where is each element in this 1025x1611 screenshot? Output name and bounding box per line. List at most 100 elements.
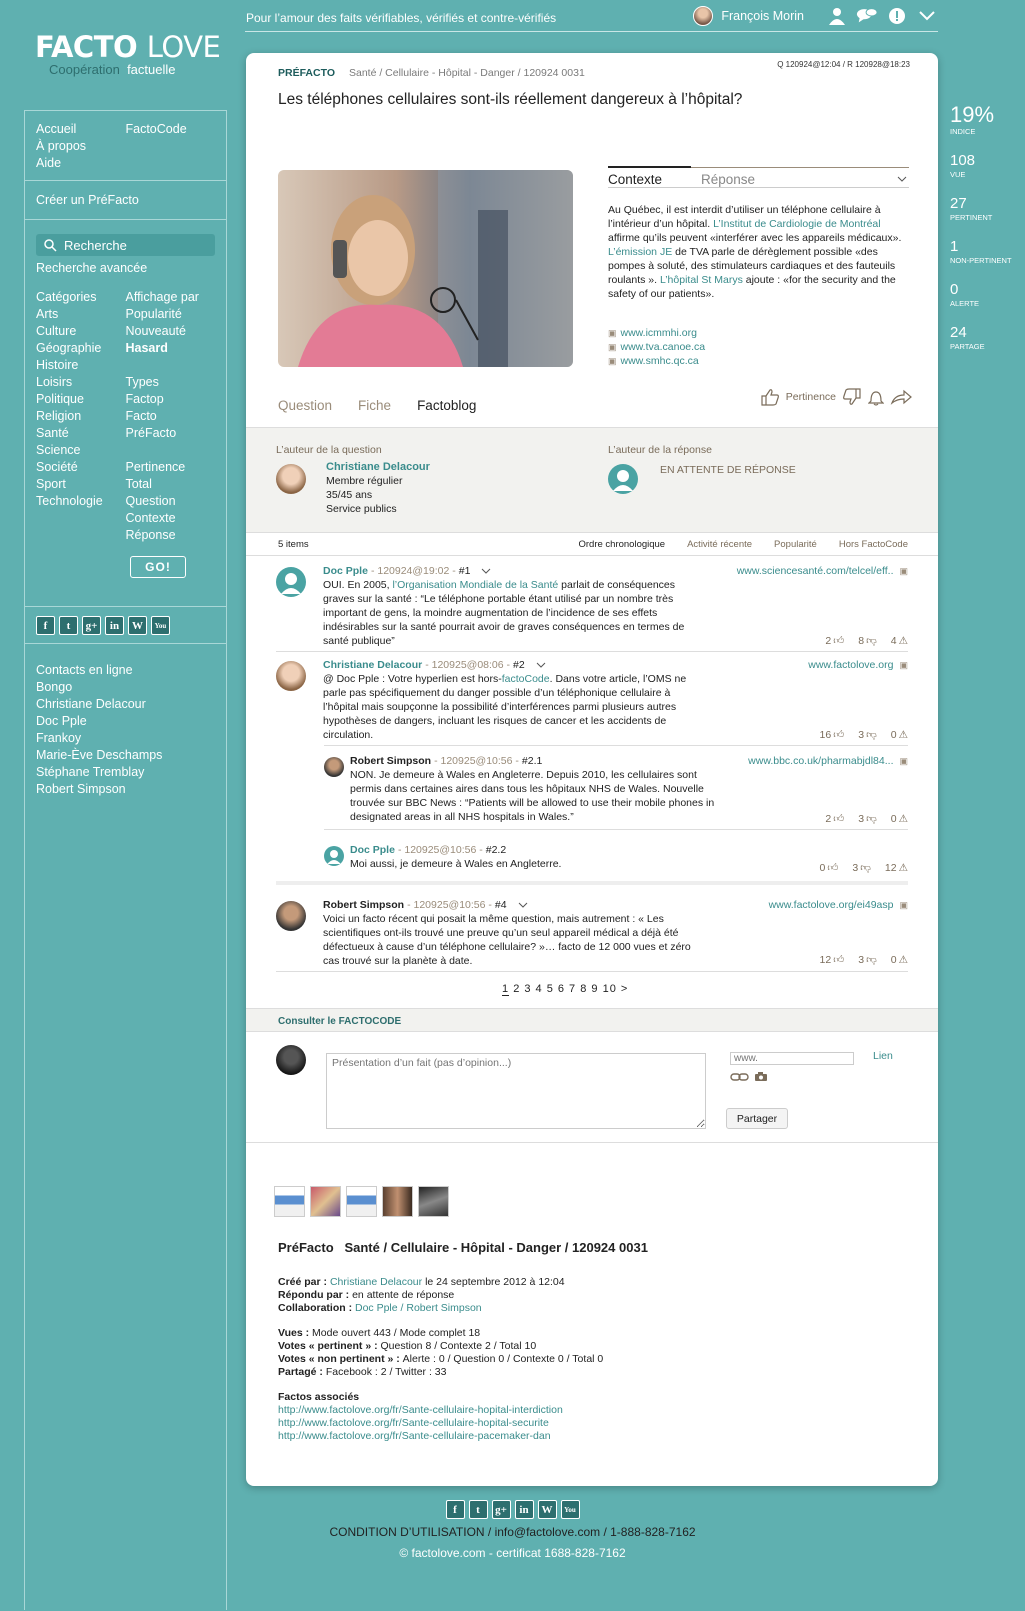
nav-a-propos[interactable]: À propos [36, 138, 126, 155]
sort-chronological[interactable]: Ordre chronologique [578, 539, 665, 550]
comment-author[interactable]: Doc Pple [323, 564, 368, 578]
consult-factocode-link[interactable]: Consulter le FACTOCODE [246, 1008, 938, 1032]
page-current[interactable]: 1 [502, 983, 510, 996]
twitter-icon[interactable]: t [59, 616, 78, 635]
share-button[interactable]: Partager [726, 1108, 788, 1129]
sort-popularity[interactable]: Popularité [774, 539, 817, 550]
category-item[interactable]: Santé [36, 425, 126, 442]
vote-up[interactable]: 2 👍︎ [825, 812, 844, 826]
collaboration-link[interactable]: Doc Pple / Robert Simpson [355, 1302, 482, 1314]
tab-contexte[interactable]: Contexte [608, 172, 662, 187]
category-item[interactable]: Technologie [36, 493, 126, 510]
page-links[interactable]: 2 3 4 5 6 7 8 9 10 > [513, 983, 628, 995]
display-option[interactable]: Nouveauté [126, 323, 216, 340]
youtube-icon[interactable]: You [560, 1500, 580, 1519]
comment-source-link[interactable]: www.bbc.co.uk/pharmabjdl84... [748, 755, 893, 767]
link-label[interactable]: Lien [873, 1050, 893, 1062]
contact-item[interactable]: Marie-Ève Deschamps [36, 747, 215, 764]
context-link[interactable]: L’Institut de Cardiologie de Montréal [713, 218, 881, 230]
thumbs-down-icon[interactable] [842, 388, 862, 406]
category-item[interactable]: Arts [36, 306, 126, 323]
comment-source-link[interactable]: www.sciencesanté.com/telcel/eff.. [737, 565, 894, 577]
default-avatar-icon[interactable] [276, 567, 306, 597]
bell-icon[interactable] [868, 388, 884, 406]
chat-icon[interactable] [856, 6, 878, 26]
category-item[interactable]: Culture [36, 323, 126, 340]
type-option[interactable]: PréFacto [126, 425, 216, 442]
comment-source-link[interactable]: www.factolove.org [808, 659, 893, 671]
youtube-icon[interactable]: You [151, 616, 170, 635]
related-thumbnail[interactable] [382, 1186, 413, 1217]
logo[interactable]: FACTO LOVE Coopération factuelle [35, 30, 221, 77]
nav-factocode[interactable]: FactoCode [126, 121, 216, 138]
user-avatar[interactable] [693, 6, 714, 26]
display-option[interactable]: Hasard [126, 340, 216, 357]
category-item[interactable]: Sport [36, 476, 126, 493]
category-item[interactable]: Religion [36, 408, 126, 425]
nav-aide[interactable]: Aide [36, 155, 126, 172]
facebook-icon[interactable]: f [445, 1500, 465, 1519]
comment-avatar[interactable] [276, 661, 306, 691]
chevron-down-icon[interactable] [536, 662, 546, 668]
vote-alert[interactable]: 0 ⚠︎ [891, 728, 908, 741]
source-link[interactable]: www.icmmhi.org [621, 326, 697, 340]
comment-link[interactable]: l’Organisation Mondiale de la Santé [392, 579, 558, 591]
sort-hors-factocode[interactable]: Hors FactoCode [839, 539, 908, 550]
facebook-icon[interactable]: f [36, 616, 55, 635]
comment-source-link[interactable]: www.factolove.org/ei49asp [769, 899, 894, 911]
related-thumbnail[interactable] [310, 1186, 341, 1217]
question-author-name[interactable]: Christiane Delacour [326, 460, 430, 474]
comment-avatar[interactable] [276, 901, 306, 931]
linkedin-icon[interactable]: in [514, 1500, 534, 1519]
googleplus-icon[interactable]: g+ [82, 616, 101, 635]
vote-down[interactable]: 3 👎︎ [852, 861, 871, 875]
chevron-down-icon[interactable] [916, 6, 938, 26]
associated-link[interactable]: http://www.factolove.org/fr/Sante-cellul… [278, 1430, 551, 1442]
create-prefacto-link[interactable]: Créer un PréFacto [36, 192, 215, 209]
vote-up[interactable]: 0 👍︎ [820, 861, 839, 875]
share-icon[interactable] [890, 389, 912, 405]
type-option[interactable]: Facto [126, 408, 216, 425]
vote-alert[interactable]: 0 ⚠︎ [891, 812, 908, 825]
twitter-icon[interactable]: t [468, 1500, 488, 1519]
comment-avatar[interactable] [324, 757, 344, 777]
linkedin-icon[interactable]: in [105, 616, 124, 635]
category-item[interactable]: Société [36, 459, 126, 476]
context-link[interactable]: L’hôpital St Marys [660, 274, 743, 286]
chevron-down-icon[interactable] [518, 902, 528, 908]
link-input[interactable] [730, 1052, 854, 1065]
display-option[interactable]: Popularité [126, 306, 216, 323]
contact-item[interactable]: Stéphane Tremblay [36, 764, 215, 781]
comment-link[interactable]: factoCode [502, 673, 550, 685]
source-link[interactable]: www.tva.canoe.ca [621, 340, 706, 354]
wordpress-icon[interactable]: W [128, 616, 147, 635]
vote-down[interactable]: 3 👎︎ [858, 812, 877, 826]
category-item[interactable]: Loisirs [36, 374, 126, 391]
default-avatar-icon[interactable] [324, 846, 344, 866]
comment-author[interactable]: Doc Pple [350, 843, 395, 857]
tab-fiche[interactable]: Fiche [358, 398, 391, 413]
vote-down[interactable]: 8 👎︎ [858, 634, 877, 648]
alert-icon[interactable] [886, 6, 908, 26]
contact-item[interactable]: Frankoy [36, 730, 215, 747]
vote-alert[interactable]: 12 ⚠︎ [885, 861, 908, 874]
category-item[interactable]: Politique [36, 391, 126, 408]
vote-up[interactable]: 2 👍︎ [825, 634, 844, 648]
chevron-down-icon[interactable] [481, 568, 491, 574]
source-link[interactable]: www.smhc.qc.ca [621, 354, 699, 368]
go-button[interactable]: GO! [130, 556, 186, 578]
search-input[interactable]: Recherche [36, 234, 215, 256]
question-author-avatar[interactable] [276, 464, 306, 494]
type-option[interactable]: Factop [126, 391, 216, 408]
nav-accueil[interactable]: Accueil [36, 121, 126, 138]
comment-author[interactable]: Robert Simpson [350, 754, 431, 768]
contact-item[interactable]: Christiane Delacour [36, 696, 215, 713]
related-thumbnail[interactable] [418, 1186, 449, 1217]
relevance-option[interactable]: Réponse [126, 527, 216, 544]
vote-down[interactable]: 3 👎︎ [858, 728, 877, 742]
googleplus-icon[interactable]: g+ [491, 1500, 511, 1519]
sort-recent-activity[interactable]: Activité récente [687, 539, 752, 550]
tab-question[interactable]: Question [278, 398, 332, 413]
thumbs-up-icon[interactable] [760, 388, 780, 406]
vote-alert[interactable]: 0 ⚠︎ [891, 953, 908, 966]
